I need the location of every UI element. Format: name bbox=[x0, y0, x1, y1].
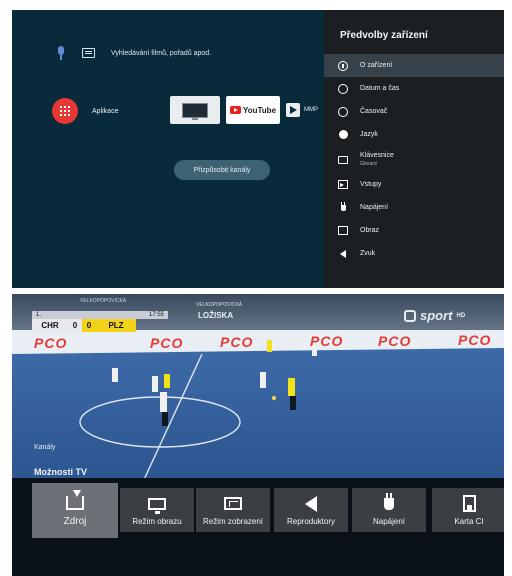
home-team: CHR bbox=[32, 319, 68, 332]
search-bar[interactable]: Vyhledávání filmů, pořadů apod. bbox=[56, 46, 211, 60]
advertising-board: PCO bbox=[220, 334, 254, 350]
arena-banner-small-2: VELKOPOPOVICKÁ bbox=[196, 302, 243, 308]
tv-options-title: Možnosti TV bbox=[34, 467, 87, 477]
tv-icon bbox=[182, 102, 208, 120]
option-label: Režim zobrazení bbox=[202, 516, 264, 526]
game-clock: 17:55 bbox=[148, 312, 164, 318]
youtube-label: YouTube bbox=[242, 105, 277, 115]
option-source[interactable]: Zdroj bbox=[32, 483, 118, 538]
channel-logo: sport HD bbox=[404, 308, 465, 323]
source-icon bbox=[66, 490, 84, 512]
customize-channels-button[interactable]: Přizpůsobit kanály bbox=[174, 160, 270, 180]
monitor-icon bbox=[148, 495, 166, 514]
display-mode-icon bbox=[224, 495, 242, 513]
search-placeholder: Vyhledávání filmů, pořadů apod. bbox=[111, 49, 212, 57]
option-label: Režim obrazu bbox=[132, 516, 182, 526]
youtube-tile[interactable]: YouTube bbox=[226, 96, 280, 124]
option-label: Karta CI bbox=[454, 516, 484, 526]
tv-options-bar: Zdroj Režim obrazu Režim zobrazení Repro… bbox=[12, 478, 504, 576]
pref-item-timer[interactable]: Časovač bbox=[324, 100, 504, 123]
home-score: 0 bbox=[68, 319, 82, 332]
pref-item-sublabel: Gboard bbox=[360, 160, 377, 167]
arena-banner-main: LOŽISKA bbox=[198, 311, 234, 320]
pref-item-keyboard[interactable]: Klávesnice Gboard bbox=[324, 146, 504, 173]
keyboard-icon bbox=[338, 155, 348, 165]
scoreboard: 1. 17:55 CHR 0 0 PLZ bbox=[32, 311, 168, 333]
advertising-board: PCO bbox=[310, 333, 344, 349]
monitor-icon bbox=[338, 226, 348, 236]
apps-label: Aplikace bbox=[92, 107, 119, 115]
channel-logo-icon bbox=[404, 309, 416, 322]
input-icon bbox=[338, 180, 348, 190]
media-player-icon bbox=[286, 103, 300, 117]
speaker-icon bbox=[305, 495, 317, 513]
arena-banner-small: VELKOPOPOVICKÁ bbox=[80, 298, 127, 304]
advertising-board: PCO bbox=[458, 332, 492, 348]
advertising-board: PCO bbox=[150, 335, 184, 351]
option-label: Reproduktory bbox=[286, 516, 336, 526]
keyboard-icon[interactable] bbox=[82, 48, 95, 58]
device-preferences-title: Předvolby zařízení bbox=[340, 30, 428, 41]
advertising-board: PCO bbox=[378, 333, 412, 349]
option-speakers[interactable]: Reproduktory bbox=[274, 488, 348, 532]
away-score: 0 bbox=[82, 319, 96, 332]
app-tiles-row: YouTube MMP bbox=[170, 96, 326, 124]
advertising-board: PCO bbox=[34, 335, 68, 351]
pref-item-power[interactable]: Napájení bbox=[324, 196, 504, 219]
device-preferences-panel: Předvolby zařízení O zařízení Datum a ča… bbox=[324, 10, 504, 288]
option-label: Napájení bbox=[372, 516, 406, 526]
pref-item-date-time[interactable]: Datum a čas bbox=[324, 77, 504, 100]
pref-item-label: Zvuk bbox=[360, 250, 376, 257]
device-preferences-list: O zařízení Datum a čas Časovač Jazyk Klá… bbox=[324, 54, 504, 265]
channel-name: sport bbox=[420, 308, 453, 323]
pref-item-label: Napájení bbox=[360, 204, 389, 211]
away-team: PLZ bbox=[96, 319, 136, 332]
live-tv-screen: VELKOPOPOVICKÁ VELKOPOPOVICKÁ LOŽISKA 1.… bbox=[12, 294, 504, 576]
timer-icon bbox=[338, 106, 348, 117]
microphone-icon[interactable] bbox=[56, 46, 66, 60]
pref-item-label: Vstupy bbox=[360, 181, 382, 188]
youtube-logo-icon bbox=[229, 106, 241, 114]
pref-item-about[interactable]: O zařízení bbox=[324, 54, 504, 77]
pref-item-label: Obraz bbox=[360, 227, 380, 234]
pref-item-label: O zařízení bbox=[360, 62, 393, 69]
info-icon bbox=[338, 60, 348, 71]
mmp-tile[interactable]: MMP bbox=[286, 96, 326, 124]
pref-item-label: Klávesnice bbox=[360, 151, 394, 159]
option-picture-mode[interactable]: Režim obrazu bbox=[120, 488, 194, 532]
pref-item-label: Datum a čas bbox=[360, 85, 400, 92]
channel-hd-badge: HD bbox=[456, 312, 466, 319]
pref-item-language[interactable]: Jazyk bbox=[324, 123, 504, 146]
option-power[interactable]: Napájení bbox=[352, 488, 426, 532]
channels-label: Kanály bbox=[34, 444, 56, 451]
speaker-icon bbox=[338, 249, 348, 259]
ci-card-icon bbox=[462, 495, 476, 513]
android-tv-home-screen: Vyhledávání filmů, pořadů apod. Aplikace… bbox=[12, 10, 504, 288]
pref-item-picture[interactable]: Obraz bbox=[324, 219, 504, 242]
period: 1. bbox=[36, 312, 42, 318]
mmp-label: MMP bbox=[304, 107, 318, 113]
pref-item-sound[interactable]: Zvuk bbox=[324, 242, 504, 265]
live-tv-tile[interactable] bbox=[170, 96, 220, 124]
power-plug-icon bbox=[384, 492, 394, 513]
pref-item-inputs[interactable]: Vstupy bbox=[324, 173, 504, 196]
globe-icon bbox=[338, 130, 348, 140]
option-label: Zdroj bbox=[63, 516, 87, 527]
pref-item-label: Časovač bbox=[360, 108, 388, 115]
power-plug-icon bbox=[338, 201, 348, 213]
option-ci-card[interactable]: Karta CI bbox=[432, 488, 504, 532]
pref-item-label: Jazyk bbox=[360, 131, 378, 138]
option-display-mode[interactable]: Režim zobrazení bbox=[196, 488, 270, 532]
apps-button[interactable]: Aplikace bbox=[52, 98, 118, 124]
apps-grid-icon bbox=[52, 98, 78, 124]
clock-icon bbox=[338, 83, 348, 94]
